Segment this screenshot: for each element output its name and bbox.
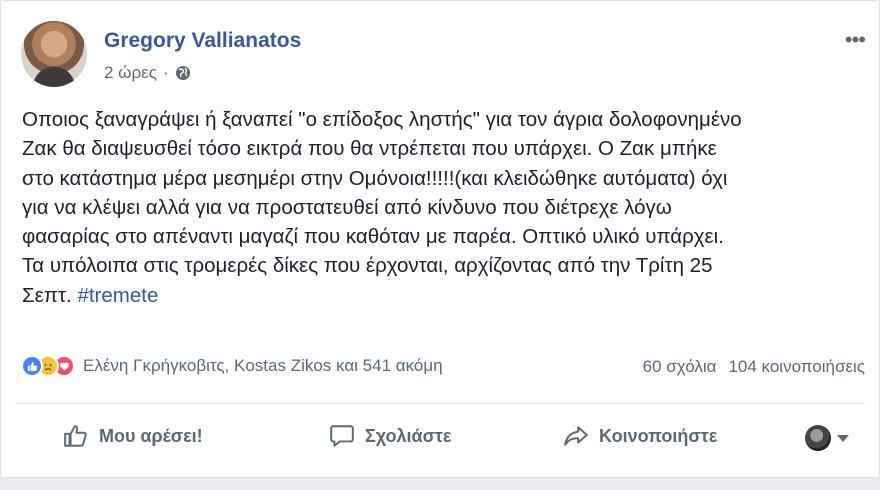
share-icon [564,426,588,446]
post-text-line: Ζακ θα διαψευσθεί τόσο εικτρά που θα ντρ… [22,137,717,161]
hashtag-link[interactable]: #tremete [77,284,158,307]
action-bar: Μου αρέσει! Σχολιάστε Κοινοποιήστε [1,415,879,461]
globe-icon[interactable] [175,65,191,81]
meta-separator: · [162,63,169,82]
post-text-line: για να κλέψει αλλά για να προστατευθεί α… [22,195,672,219]
comment-label: Σχολιάστε [365,425,452,446]
post-meta: 2 ώρες · [104,63,191,83]
comment-icon [330,425,354,447]
thumbs-up-icon [64,425,87,447]
post-text: Οποιος ξαναγράψει ή ξαναπεί "ο επίδοξος … [22,105,867,310]
shares-count[interactable]: 104 κοινοποιήσεις [728,357,865,377]
reaction-names[interactable]: Ελένη Γκρήγκοβιτς, Kostas Zikos και 541 … [83,356,443,376]
like-icon [21,355,43,377]
post-text-line: Τα υπόλοιπα στις τρομερές δίκες που έρχο… [22,254,713,278]
author-avatar[interactable] [21,21,87,87]
like-button[interactable]: Μου αρέσει! [63,423,203,449]
share-button[interactable]: Κοινοποιήστε [563,423,717,449]
reactions-summary[interactable]: Ελένη Γκρήγκοβιτς, Kostas Zikos και 541 … [21,355,443,377]
post-text-line: στο κατάστημα μέρα μεσημέρι στην Ομόνοια… [22,166,728,190]
post-time[interactable]: 2 ώρες [104,63,157,83]
author-name[interactable]: Gregory Vallianatos [104,29,301,53]
divider [15,403,865,404]
post-text-line: Οποιος ξαναγράψει ή ξαναπεί "ο επίδοξος … [22,108,742,131]
react-as-selector[interactable] [805,425,849,451]
comment-button[interactable]: Σχολιάστε [329,423,451,449]
like-label: Μου αρέσει! [99,425,203,446]
post-text-line: φασαρίας στο απέναντι μαγαζί που καθόταν… [22,225,724,249]
comments-count[interactable]: 60 σχόλια [643,357,717,377]
engagement-counts: 60 σχόλια 104 κοινοποιήσεις [643,357,865,377]
post-text-line-last: Σεπτ. #tremete [22,281,867,310]
chevron-down-icon [837,434,849,442]
user-avatar [805,425,831,451]
post-text-tail: Σεπτ. [22,283,78,307]
share-label: Κοινοποιήστε [599,425,718,446]
more-options-icon[interactable]: ••• [845,27,866,53]
avatar-shirt [33,67,75,87]
post-card: Gregory Vallianatos 2 ώρες · ••• Οποιος … [0,0,880,478]
